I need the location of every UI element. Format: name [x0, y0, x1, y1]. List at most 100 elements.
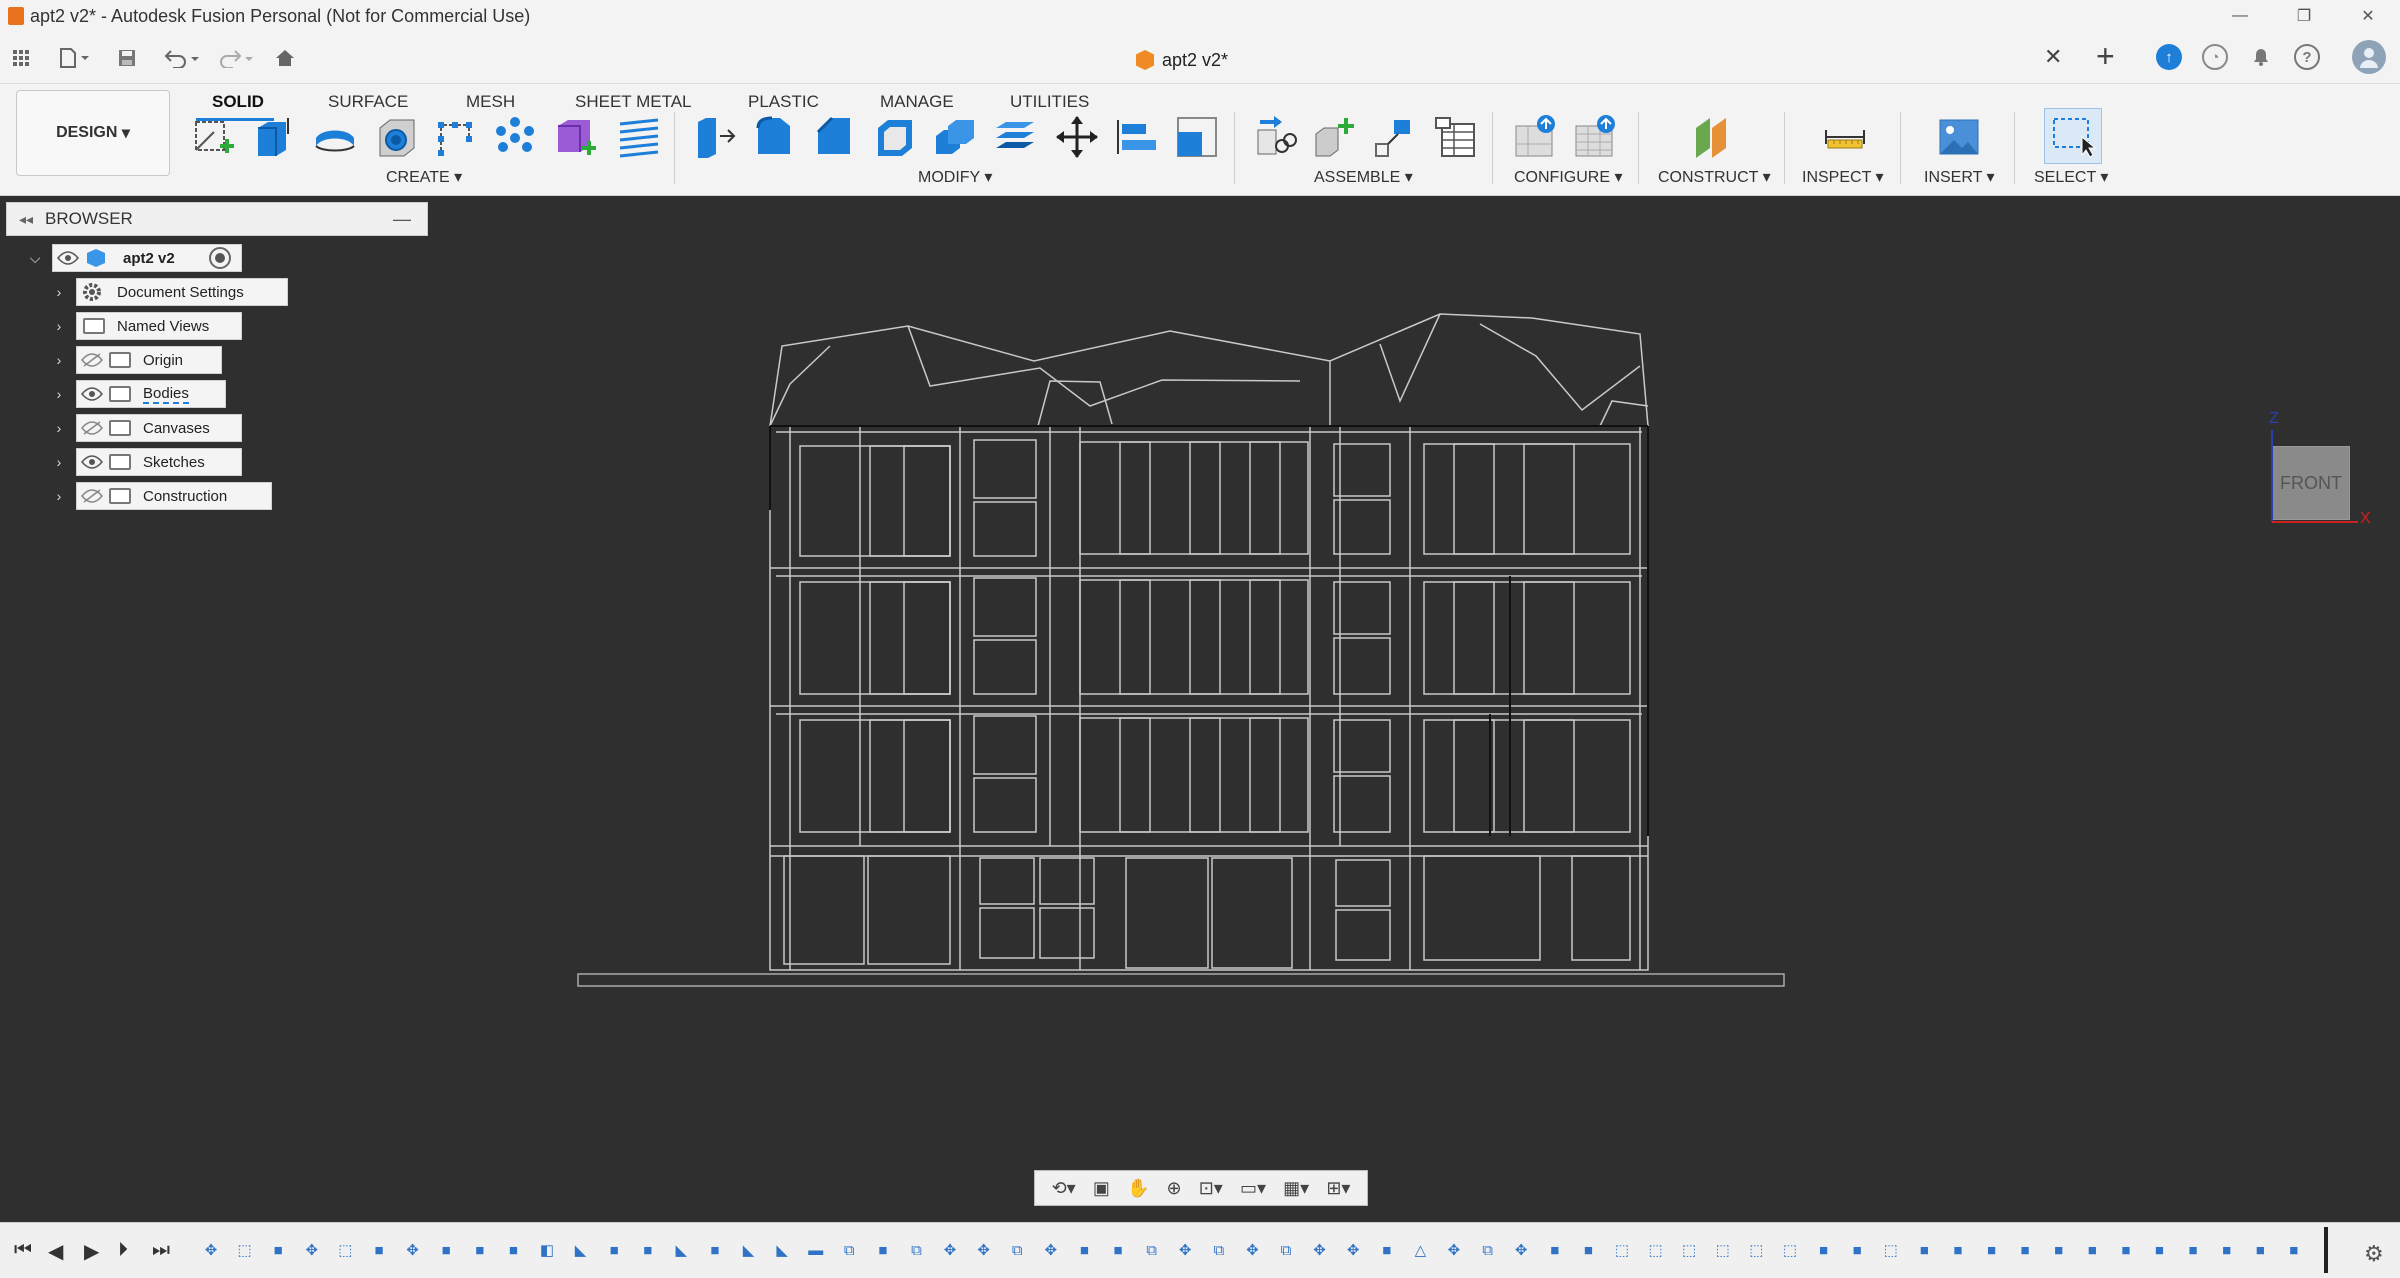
- undo-icon[interactable]: [160, 44, 206, 72]
- workspace-switcher[interactable]: DESIGN ▾: [16, 90, 170, 176]
- timeline-feature-icon[interactable]: ■: [637, 1239, 659, 1261]
- timeline-feature-icon[interactable]: ⧉: [1006, 1239, 1028, 1261]
- create-group-menu[interactable]: CREATE ▾: [386, 167, 462, 187]
- root-component[interactable]: apt2 v2: [52, 244, 242, 272]
- chevron-right-icon[interactable]: ›: [52, 420, 66, 436]
- timeline-feature-icon[interactable]: ■: [502, 1239, 524, 1261]
- timeline-feature-icon[interactable]: ✥: [402, 1239, 424, 1261]
- configuration-table-icon[interactable]: [1570, 112, 1620, 162]
- app-grid-icon[interactable]: [8, 44, 34, 72]
- select-group-menu[interactable]: SELECT ▾: [2034, 167, 2108, 187]
- timeline-feature-icon[interactable]: ■: [603, 1239, 625, 1261]
- timeline-previous-icon[interactable]: ◀: [48, 1239, 63, 1264]
- timeline-feature-icon[interactable]: ■: [1107, 1239, 1129, 1261]
- timeline-feature-icon[interactable]: ■: [1947, 1239, 1969, 1261]
- timeline-feature-icon[interactable]: ⬚: [1880, 1239, 1902, 1261]
- timeline-feature-icon[interactable]: ■: [1846, 1239, 1868, 1261]
- job-status-icon[interactable]: ↑: [2156, 44, 2182, 70]
- assemble-group-menu[interactable]: ASSEMBLE ▾: [1314, 167, 1413, 187]
- grid-settings-icon[interactable]: ▦▾: [1283, 1178, 1309, 1199]
- revolve-icon[interactable]: [310, 112, 360, 162]
- timeline-feature-icon[interactable]: ■: [2048, 1239, 2070, 1261]
- eye-icon[interactable]: [57, 251, 79, 265]
- notifications-bell-icon[interactable]: [2248, 44, 2274, 70]
- tab-utilities[interactable]: UTILITIES: [1010, 92, 1089, 112]
- insert-image-icon[interactable]: [1934, 112, 1984, 162]
- timeline-feature-icon[interactable]: ■: [1913, 1239, 1935, 1261]
- modify-group-menu[interactable]: MODIFY ▾: [918, 167, 992, 187]
- eye-hidden-icon[interactable]: [81, 489, 103, 503]
- thread-icon[interactable]: [614, 112, 664, 162]
- chevron-right-icon[interactable]: ›: [52, 386, 66, 402]
- extrude-icon[interactable]: [248, 112, 298, 162]
- timeline-play-icon[interactable]: ▶: [84, 1239, 99, 1264]
- chevron-down-icon[interactable]: ⌵: [28, 250, 42, 267]
- close-window-button[interactable]: ✕: [2336, 0, 2400, 32]
- tab-solid[interactable]: SOLID: [212, 92, 264, 112]
- measure-icon[interactable]: [1820, 112, 1870, 162]
- tab-manage[interactable]: MANAGE: [880, 92, 954, 112]
- timeline-feature-icon[interactable]: ■: [1813, 1239, 1835, 1261]
- hole-icon[interactable]: [372, 112, 422, 162]
- eye-hidden-icon[interactable]: [81, 353, 103, 367]
- tab-mesh[interactable]: MESH: [466, 92, 515, 112]
- timeline-feature-icon[interactable]: ■: [2014, 1239, 2036, 1261]
- fillet-icon[interactable]: [750, 112, 800, 162]
- chevron-right-icon[interactable]: ›: [52, 284, 66, 300]
- chevron-right-icon[interactable]: ›: [52, 352, 66, 368]
- new-component-icon[interactable]: [1310, 112, 1360, 162]
- press-pull-icon[interactable]: [690, 112, 740, 162]
- select-icon[interactable]: [2044, 108, 2102, 164]
- configure-design-icon[interactable]: [1510, 112, 1560, 162]
- named-views-node[interactable]: Named Views: [76, 312, 242, 340]
- timeline-feature-icon[interactable]: ⬚: [1712, 1239, 1734, 1261]
- eye-icon[interactable]: [81, 387, 103, 401]
- offset-plane-icon[interactable]: [1688, 112, 1738, 162]
- tab-sheet-metal[interactable]: SHEET METAL: [575, 92, 692, 112]
- timeline-feature-icon[interactable]: ✥: [200, 1239, 222, 1261]
- document-tab[interactable]: apt2 v2*: [1136, 44, 1228, 76]
- redo-icon[interactable]: [212, 44, 258, 72]
- timeline-marker[interactable]: [2324, 1227, 2328, 1273]
- timeline-feature-icon[interactable]: ⧉: [1477, 1239, 1499, 1261]
- timeline-feature-icon[interactable]: ✥: [1510, 1239, 1532, 1261]
- sketches-node[interactable]: Sketches: [76, 448, 242, 476]
- orbit-icon[interactable]: ⟲▾: [1052, 1178, 1076, 1199]
- timeline-feature-icon[interactable]: ■: [2216, 1239, 2238, 1261]
- canvases-node[interactable]: Canvases: [76, 414, 242, 442]
- file-menu-icon[interactable]: [54, 44, 94, 72]
- timeline-feature-icon[interactable]: ⬚: [234, 1239, 256, 1261]
- extensions-icon[interactable]: ◔: [2202, 44, 2228, 70]
- browser-item-document-settings[interactable]: › Document Settings: [52, 278, 288, 306]
- collapse-browser-icon[interactable]: ◂◂: [19, 211, 33, 228]
- timeline-feature-icon[interactable]: ▬: [805, 1239, 827, 1261]
- browser-item-sketches[interactable]: › Sketches: [52, 448, 242, 476]
- bodies-node[interactable]: Bodies: [76, 380, 226, 408]
- activate-radio-icon[interactable]: [209, 247, 231, 269]
- timeline-feature-icon[interactable]: ⬚: [1745, 1239, 1767, 1261]
- timeline-feature-icon[interactable]: ⧉: [1141, 1239, 1163, 1261]
- timeline-feature-icon[interactable]: ■: [1577, 1239, 1599, 1261]
- align-icon[interactable]: [1112, 112, 1162, 162]
- help-icon[interactable]: ?: [2294, 44, 2320, 70]
- timeline-feature-icon[interactable]: ◣: [738, 1239, 760, 1261]
- timeline-feature-icon[interactable]: ◣: [570, 1239, 592, 1261]
- document-settings-node[interactable]: Document Settings: [76, 278, 288, 306]
- timeline-feature-icon[interactable]: ■: [2283, 1239, 2305, 1261]
- chevron-right-icon[interactable]: ›: [52, 454, 66, 470]
- timeline-feature-icon[interactable]: ⬚: [1645, 1239, 1667, 1261]
- eye-hidden-icon[interactable]: [81, 421, 103, 435]
- look-at-icon[interactable]: ▣: [1093, 1178, 1110, 1199]
- timeline-feature-icon[interactable]: ■: [368, 1239, 390, 1261]
- table-icon[interactable]: [1430, 112, 1480, 162]
- combine-icon[interactable]: [930, 112, 980, 162]
- timeline-feature-icon[interactable]: △: [1409, 1239, 1431, 1261]
- timeline-feature-icon[interactable]: ■: [2249, 1239, 2271, 1261]
- timeline-feature-icon[interactable]: ◧: [536, 1239, 558, 1261]
- pan-hand-icon[interactable]: ✋: [1127, 1178, 1149, 1199]
- timeline-feature-icon[interactable]: ■: [2182, 1239, 2204, 1261]
- origin-node[interactable]: Origin: [76, 346, 222, 374]
- timeline-feature-icon[interactable]: ✥: [1342, 1239, 1364, 1261]
- chevron-right-icon[interactable]: ›: [52, 318, 66, 334]
- timeline-feature-icon[interactable]: ■: [2081, 1239, 2103, 1261]
